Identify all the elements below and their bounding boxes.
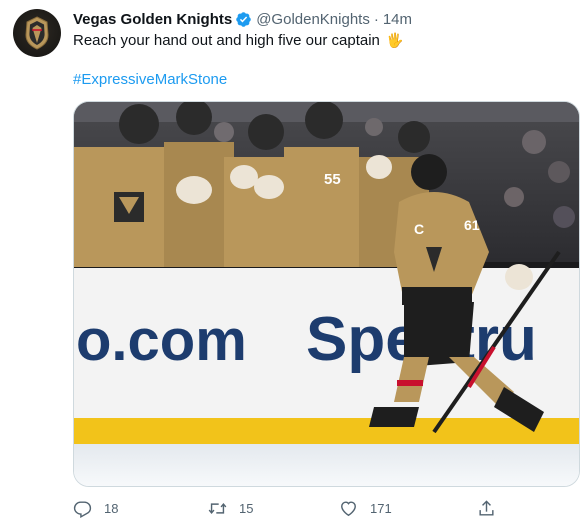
timestamp[interactable]: 14m xyxy=(383,11,412,28)
reply-count: 18 xyxy=(104,500,119,516)
reply-button[interactable]: 18 xyxy=(73,497,118,519)
captain-letter: C xyxy=(414,221,424,237)
tweet-actions: 18 15 171 xyxy=(73,497,513,519)
board-text-left: o.com xyxy=(76,308,247,373)
bench-jersey-number: 55 xyxy=(324,171,341,188)
reply-icon xyxy=(73,500,92,518)
author-handle[interactable]: @GoldenKnights xyxy=(256,11,370,28)
like-count: 171 xyxy=(370,500,392,516)
avatar[interactable] xyxy=(13,9,61,57)
heart-icon xyxy=(341,500,356,516)
share-icon xyxy=(479,499,494,516)
share-button[interactable] xyxy=(477,497,496,519)
retweet-button[interactable]: 15 xyxy=(208,497,253,519)
author-display-name[interactable]: Vegas Golden Knights xyxy=(73,11,232,28)
golden-knights-helmet-icon xyxy=(25,16,49,50)
tweet-header: Vegas Golden Knights @GoldenKnights · 14… xyxy=(73,9,412,29)
like-button[interactable]: 171 xyxy=(339,497,392,519)
tweet[interactable]: Vegas Golden Knights @GoldenKnights · 14… xyxy=(0,0,585,523)
kickplate xyxy=(74,418,579,444)
raised-hand-emoji: 🖐 xyxy=(386,32,404,48)
tweet-text: Reach your hand out and high five our ca… xyxy=(73,30,404,51)
hockey-photo: o.com Spectru 55 xyxy=(74,102,579,486)
verified-badge-icon xyxy=(235,11,252,28)
separator-dot: · xyxy=(373,10,379,28)
tweet-text-body: Reach your hand out and high five our ca… xyxy=(73,32,380,49)
hashtag-link[interactable]: #ExpressiveMarkStone xyxy=(73,70,227,90)
retweet-icon xyxy=(208,502,227,514)
retweet-count: 15 xyxy=(239,500,254,516)
tweet-photo[interactable]: o.com Spectru 55 xyxy=(73,101,580,487)
jersey-number: 61 xyxy=(464,217,480,233)
ice-surface xyxy=(74,444,579,486)
